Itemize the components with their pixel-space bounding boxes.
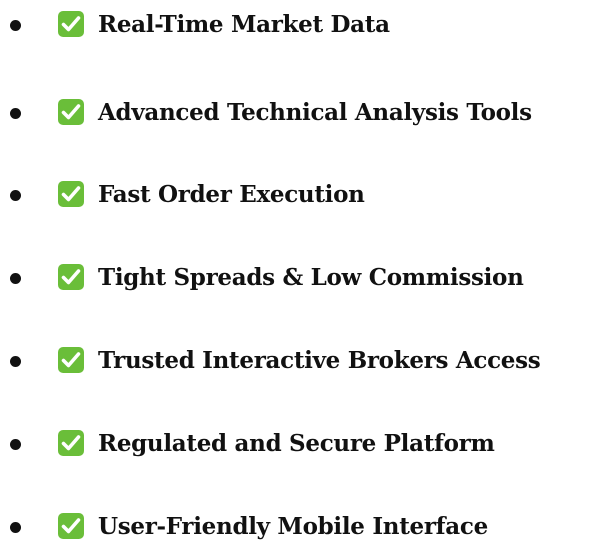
- feature-label: Regulated and Secure Platform: [98, 430, 495, 457]
- check-mark-icon: [58, 347, 84, 373]
- bullet-icon: [10, 190, 21, 201]
- feature-label: Tight Spreads & Low Commission: [98, 264, 524, 291]
- feature-item: User-Friendly Mobile Interface: [0, 506, 606, 546]
- feature-item: Trusted Interactive Brokers Access: [0, 340, 606, 380]
- feature-item: Real-Time Market Data: [0, 4, 606, 44]
- bullet-icon: [10, 439, 21, 450]
- feature-item: Advanced Technical Analysis Tools: [0, 92, 606, 132]
- check-mark-icon: [58, 99, 84, 125]
- bullet-icon: [10, 356, 21, 367]
- check-mark-icon: [58, 264, 84, 290]
- bullet-icon: [10, 20, 21, 31]
- feature-item: Fast Order Execution: [0, 174, 606, 214]
- bullet-icon: [10, 522, 21, 533]
- bullet-icon: [10, 108, 21, 119]
- check-mark-icon: [58, 181, 84, 207]
- feature-label: Trusted Interactive Brokers Access: [98, 347, 541, 374]
- feature-item: Tight Spreads & Low Commission: [0, 257, 606, 297]
- bullet-icon: [10, 273, 21, 284]
- feature-label: Real-Time Market Data: [98, 11, 390, 38]
- check-mark-icon: [58, 11, 84, 37]
- feature-label: Advanced Technical Analysis Tools: [98, 99, 532, 126]
- check-mark-icon: [58, 430, 84, 456]
- check-mark-icon: [58, 513, 84, 539]
- feature-item: Regulated and Secure Platform: [0, 423, 606, 463]
- feature-label: Fast Order Execution: [98, 181, 365, 208]
- feature-label: User-Friendly Mobile Interface: [98, 513, 488, 540]
